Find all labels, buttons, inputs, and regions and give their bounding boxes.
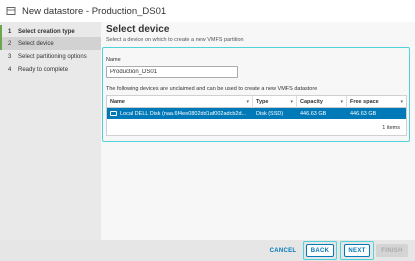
step-label: Select device bbox=[18, 40, 54, 47]
next-button[interactable]: NEXT bbox=[344, 244, 370, 257]
cell-free-space: 446.63 GB bbox=[350, 110, 377, 117]
step-number: 4 bbox=[8, 66, 12, 73]
step-select-partitioning-options[interactable]: 3 Select partitioning options bbox=[0, 50, 101, 63]
back-button[interactable]: BACK bbox=[306, 244, 334, 257]
step-number: 3 bbox=[8, 53, 12, 60]
page-title: Select device bbox=[106, 24, 170, 35]
step-select-device[interactable]: 2 Select device bbox=[0, 37, 101, 50]
column-header-name[interactable]: Name ▾ bbox=[107, 96, 253, 108]
column-header-type[interactable]: Type ▾ bbox=[253, 96, 297, 108]
column-header-capacity[interactable]: Capacity ▾ bbox=[297, 96, 347, 108]
sort-caret-icon: ▾ bbox=[246, 99, 249, 105]
cancel-button[interactable]: CANCEL bbox=[266, 244, 300, 257]
sort-caret-icon: ▾ bbox=[340, 99, 343, 105]
wizard-steps-sidebar: 1 Select creation type 2 Select device 3… bbox=[0, 22, 101, 240]
step-label: Select creation type bbox=[18, 28, 75, 35]
dialog-title: New datastore - Production_DS01 bbox=[22, 5, 167, 17]
page-subtitle: Select a device on which to create a new… bbox=[106, 37, 244, 43]
devices-note: The following devices are unclaimed and … bbox=[106, 86, 318, 92]
datastore-icon bbox=[5, 5, 17, 17]
sort-caret-icon: ▾ bbox=[400, 99, 403, 105]
step-number: 2 bbox=[8, 40, 12, 47]
step-ready-to-complete[interactable]: 4 Ready to complete bbox=[0, 63, 101, 76]
table-item-count: 1 items bbox=[382, 125, 400, 131]
cell-name: Local DELL Disk (naa.6f4ee0802dd1af002ad… bbox=[110, 108, 252, 119]
datastore-name-input[interactable] bbox=[106, 66, 238, 78]
step-label: Select partitioning options bbox=[18, 53, 87, 60]
cell-type: Disk (SSD) bbox=[256, 110, 284, 117]
disk-icon bbox=[110, 111, 117, 116]
dialog-titlebar: New datastore - Production_DS01 bbox=[0, 0, 415, 22]
table-row[interactable]: Local DELL Disk (naa.6f4ee0802dd1af002ad… bbox=[107, 108, 406, 119]
cell-capacity: 446.63 GB bbox=[300, 110, 327, 117]
table-header: Name ▾ Type ▾ Capacity ▾ Free space ▾ bbox=[107, 96, 406, 108]
column-header-free-space[interactable]: Free space ▾ bbox=[347, 96, 406, 108]
name-label: Name bbox=[106, 57, 121, 63]
step-number: 1 bbox=[8, 28, 12, 35]
sort-caret-icon: ▾ bbox=[290, 99, 293, 105]
step-label: Ready to complete bbox=[18, 66, 69, 73]
new-datastore-dialog: New datastore - Production_DS01 1 Select… bbox=[0, 0, 415, 261]
devices-table: Name ▾ Type ▾ Capacity ▾ Free space ▾ Lo… bbox=[106, 95, 407, 136]
finish-button[interactable]: FINISH bbox=[376, 244, 408, 257]
